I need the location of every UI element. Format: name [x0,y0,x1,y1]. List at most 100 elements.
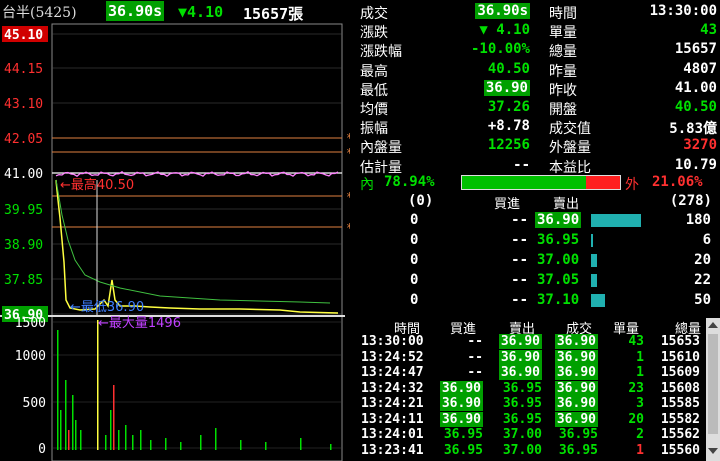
trade-cell-total: 15609 [660,365,700,380]
outer-ratio-label: 外 [625,177,639,193]
scroll-thumb[interactable] [708,334,718,434]
price-tick-label: 43.10 [4,97,43,112]
volume-bar [200,435,202,450]
volume-bar [110,410,112,450]
trade-cell-price: 36.95 [558,442,598,458]
volume-bar [132,435,134,450]
volume-bar [68,430,70,450]
quote-label: 均價 [360,102,388,118]
ask-price: 36.95 [537,232,580,248]
bid-price: -- [511,292,528,308]
bid-qty: 0 [410,232,419,248]
inner-ratio-label: 內 [360,177,374,193]
trade-cell-total: 15585 [660,396,700,411]
bid-qty: 0 [410,272,419,288]
ask-qty: 180 [685,212,711,228]
inner-ratio-pct: 78.94% [384,174,435,190]
trade-cell-time: 13:24:47 [361,365,424,380]
outer-ratio-pct: 21.06% [652,174,703,190]
ratio-bar-outer [586,176,620,189]
ask-volume-bar [591,294,605,307]
volume-bar [300,438,302,450]
trade-scrollbar[interactable] [706,318,720,461]
trade-cell-ask: 36.95 [502,411,542,427]
quote-label: 漲跌幅 [360,44,402,61]
quote-label: 成交 [360,6,388,22]
ask-volume-bar [591,254,597,267]
ask-price: 36.90 [535,212,582,228]
volume-bar [65,380,67,450]
price-tick-label: 44.15 [4,62,43,77]
volume-tick-label: 1500 [15,316,46,331]
ask-volume-bar [591,234,593,247]
quote-value: 13:30:00 [649,3,717,19]
trade-cell-bid: -- [467,365,483,380]
trade-cell-bid: 36.90 [439,411,483,427]
trade-cell-bid: 36.90 [439,380,483,396]
quote-value: 36.90 [483,79,530,96]
volume-bar [80,430,82,450]
quote-label: 時間 [549,6,577,22]
quote-value: +8.78 [487,118,530,135]
volume-bar [57,330,59,450]
ask-qty: 50 [694,292,711,308]
quote-label: 昨量 [549,63,577,80]
quote-value: 10.79 [674,156,717,173]
quote-label: 成交值 [549,121,591,138]
trade-cell-ask: 36.90 [498,334,542,349]
volume-bar [72,395,74,450]
bid-qty: 0 [410,252,419,268]
bid-total: (0) [408,193,434,209]
trade-cell-time: 13:30:00 [361,334,424,349]
trade-cell-ask: 36.95 [502,380,542,396]
quote-label: 漲跌 [360,25,388,42]
trade-cell-time: 13:24:01 [361,427,424,442]
trade-cell-ask: 37.00 [502,427,542,442]
trade-cell-price: 36.90 [554,365,598,380]
quote-value: 43 [700,22,717,39]
intraday-chart[interactable]: 45.10 44.15 43.10 42.05 41.00 39.95 38.90 37.85… [0,0,350,461]
trade-cell-price: 36.90 [554,349,598,365]
volume-tick-label: 1000 [15,349,46,364]
trade-cell-bid: 36.90 [439,396,483,411]
ask-price: 37.05 [537,272,580,288]
trade-cell-qty: 43 [628,334,644,349]
quote-label: 外盤量 [549,140,591,157]
high-annotation: ←最高40.50 [60,177,134,193]
price-tick-label: 41.00 [4,167,43,182]
trade-cell-total: 15608 [660,380,700,396]
quote-value: -10.00% [470,41,530,58]
quote-label: 最高 [360,63,388,80]
price-tick-label: 38.90 [4,238,43,253]
volume-bar [330,444,332,450]
quote-value: 36.90s [475,3,530,19]
quote-label: 開盤 [549,102,577,118]
price-tick-label: 45.10 [4,28,43,43]
scroll-down-icon[interactable] [708,448,718,454]
volume-bar [97,320,99,450]
trade-cell-ask: 36.95 [502,396,542,411]
trade-cell-time: 13:24:11 [361,411,424,427]
trade-cell-bid: 36.95 [443,427,483,442]
quote-value: 5.83億 [669,121,717,138]
price-tick-label: 42.05 [4,132,43,147]
volume-bar [140,430,142,450]
ask-total: (278) [669,193,712,209]
quote-label: 昨收 [549,82,577,99]
trade-cell-qty: 2 [636,427,644,442]
price-axis: 45.10 44.15 43.10 42.05 41.00 39.95 38.90 37.85… [2,26,48,323]
volume-bar [180,442,182,450]
volume-bar [125,425,127,450]
volume-bar [113,385,115,450]
ask-qty: 22 [694,272,711,288]
quote-value: 37.26 [487,99,530,115]
ask-volume-bar [591,214,641,227]
scroll-up-icon[interactable] [708,322,718,328]
marker-star: * [346,146,350,160]
trade-cell-qty: 1 [636,442,644,458]
volume-bar [105,435,107,450]
quote-value: -- [513,156,530,173]
volume-bar [265,442,267,450]
trade-cell-price: 36.95 [558,427,598,442]
volume-tick-label: 500 [23,396,46,411]
